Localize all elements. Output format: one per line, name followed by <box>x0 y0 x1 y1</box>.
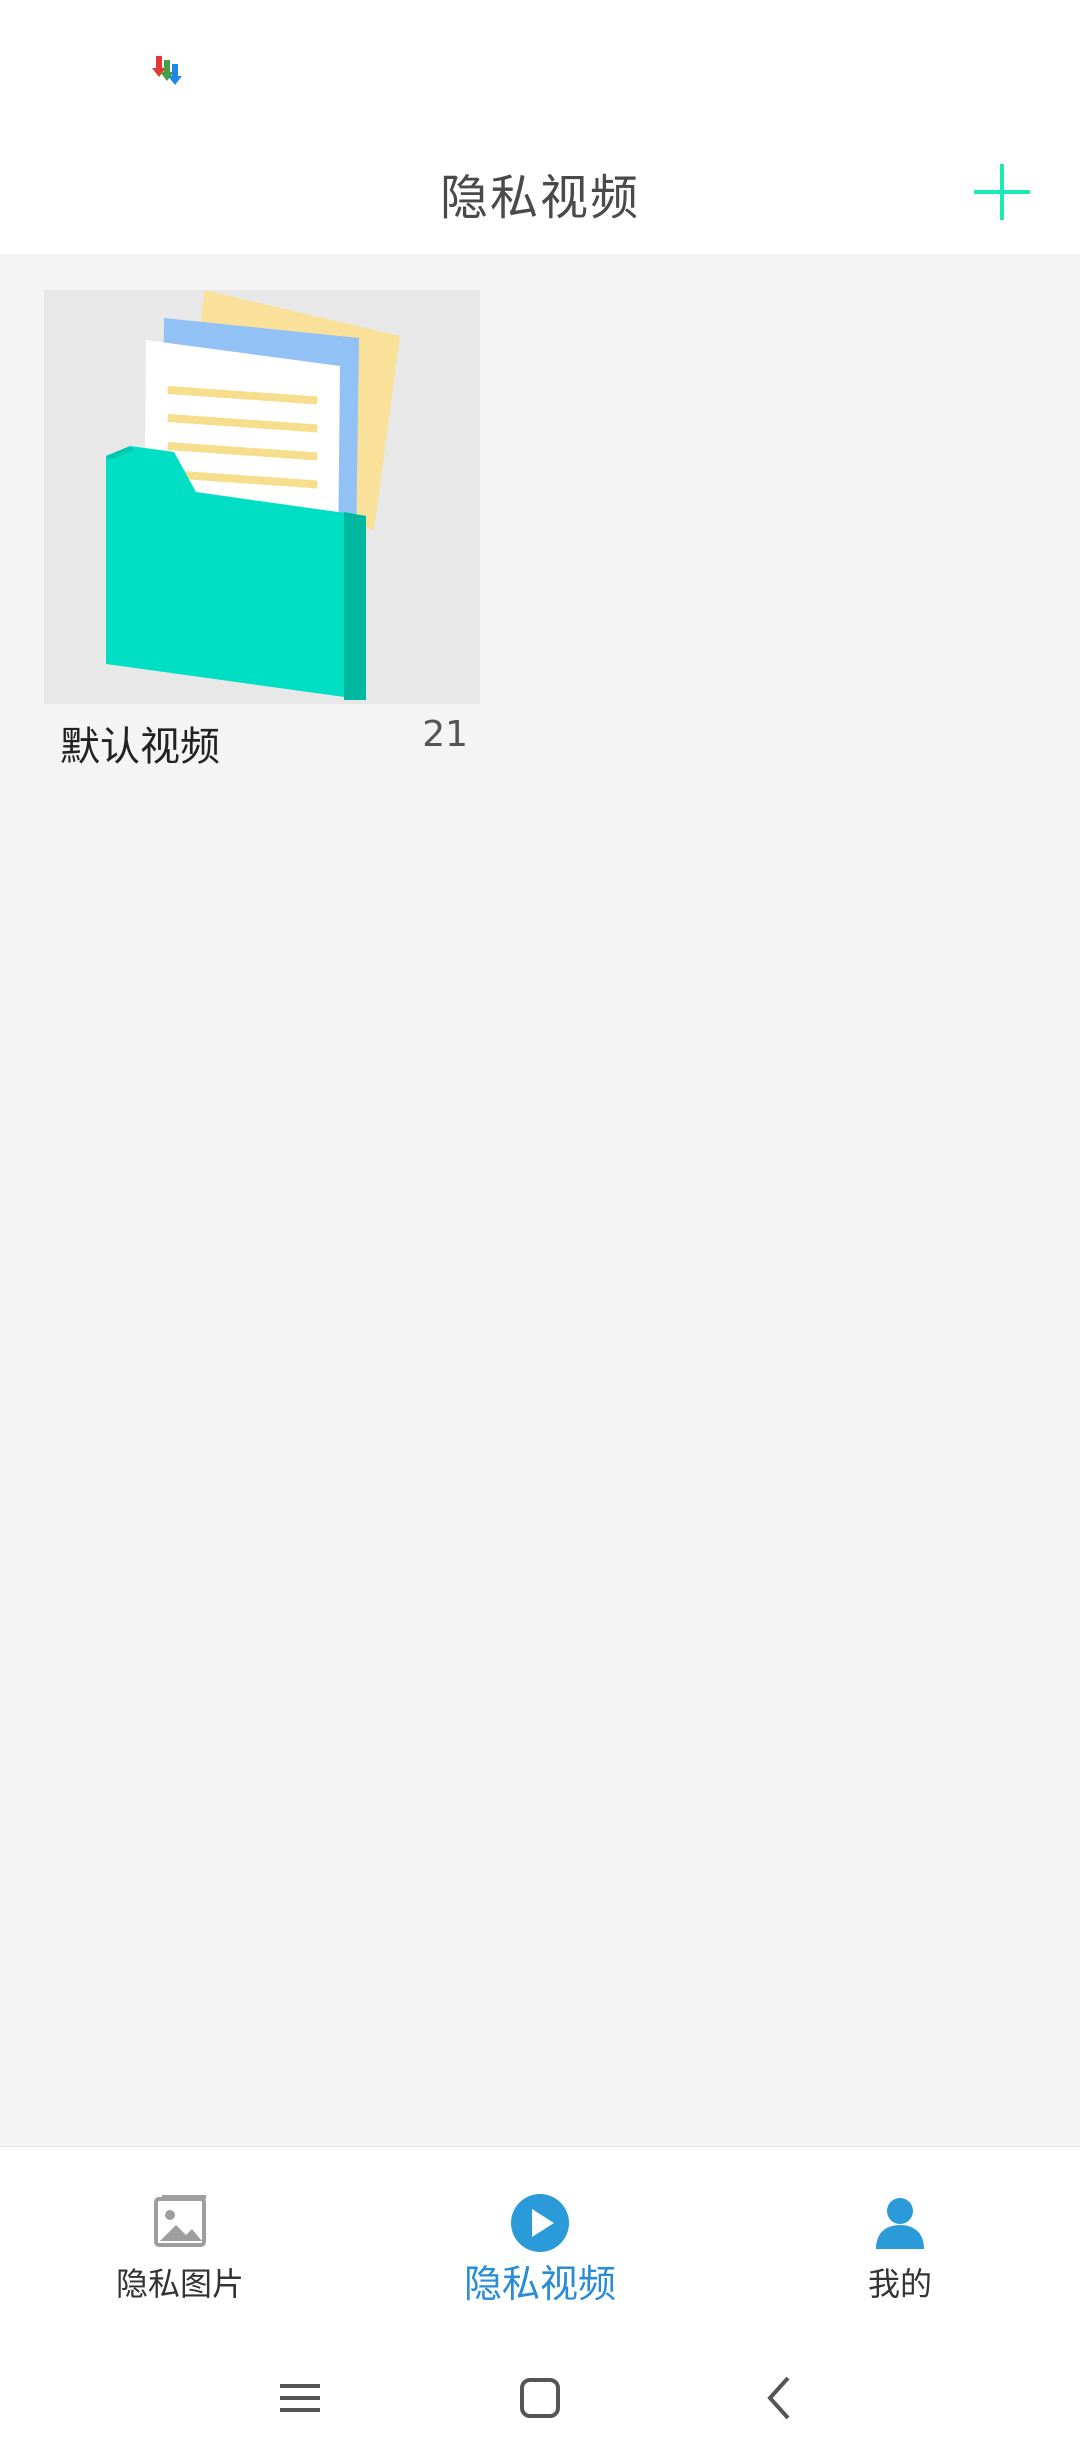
album-name: 默认视频 <box>60 724 220 770</box>
tab-private-images[interactable]: 隐私图片 <box>0 2147 360 2337</box>
folder-with-documents-icon <box>44 290 480 704</box>
header: 隐私视频 <box>0 130 1080 254</box>
play-circle-icon <box>510 2193 570 2253</box>
home-icon <box>520 2378 560 2418</box>
tab-label: 隐私图片 <box>115 2265 244 2303</box>
plus-icon <box>974 164 1030 220</box>
album-grid: 默认视频 21 <box>0 254 1080 2146</box>
album-count: 21 <box>422 714 468 755</box>
bottom-nav: 隐私图片 隐私视频 我的 <box>0 2146 1080 2337</box>
page-title: 隐私视频 <box>439 170 640 226</box>
album-cover <box>44 290 480 704</box>
image-icon <box>150 2193 210 2253</box>
add-album-button[interactable] <box>960 150 1044 234</box>
system-navigation-bar <box>0 2336 1080 2460</box>
tab-label: 我的 <box>867 2265 932 2303</box>
user-icon <box>870 2193 930 2253</box>
tab-private-videos[interactable]: 隐私视频 <box>360 2147 720 2337</box>
tab-label: 隐私视频 <box>463 2262 616 2306</box>
download-arrows-icon <box>152 52 186 86</box>
menu-button[interactable] <box>268 2366 332 2430</box>
menu-icon <box>280 2384 320 2412</box>
back-button[interactable] <box>748 2366 812 2430</box>
status-bar <box>0 0 1080 130</box>
album-meta: 默认视频 21 <box>44 704 480 784</box>
home-button[interactable] <box>508 2366 572 2430</box>
back-icon <box>767 2376 790 2420</box>
album-card[interactable]: 默认视频 21 <box>44 290 480 784</box>
tab-mine[interactable]: 我的 <box>720 2147 1080 2337</box>
